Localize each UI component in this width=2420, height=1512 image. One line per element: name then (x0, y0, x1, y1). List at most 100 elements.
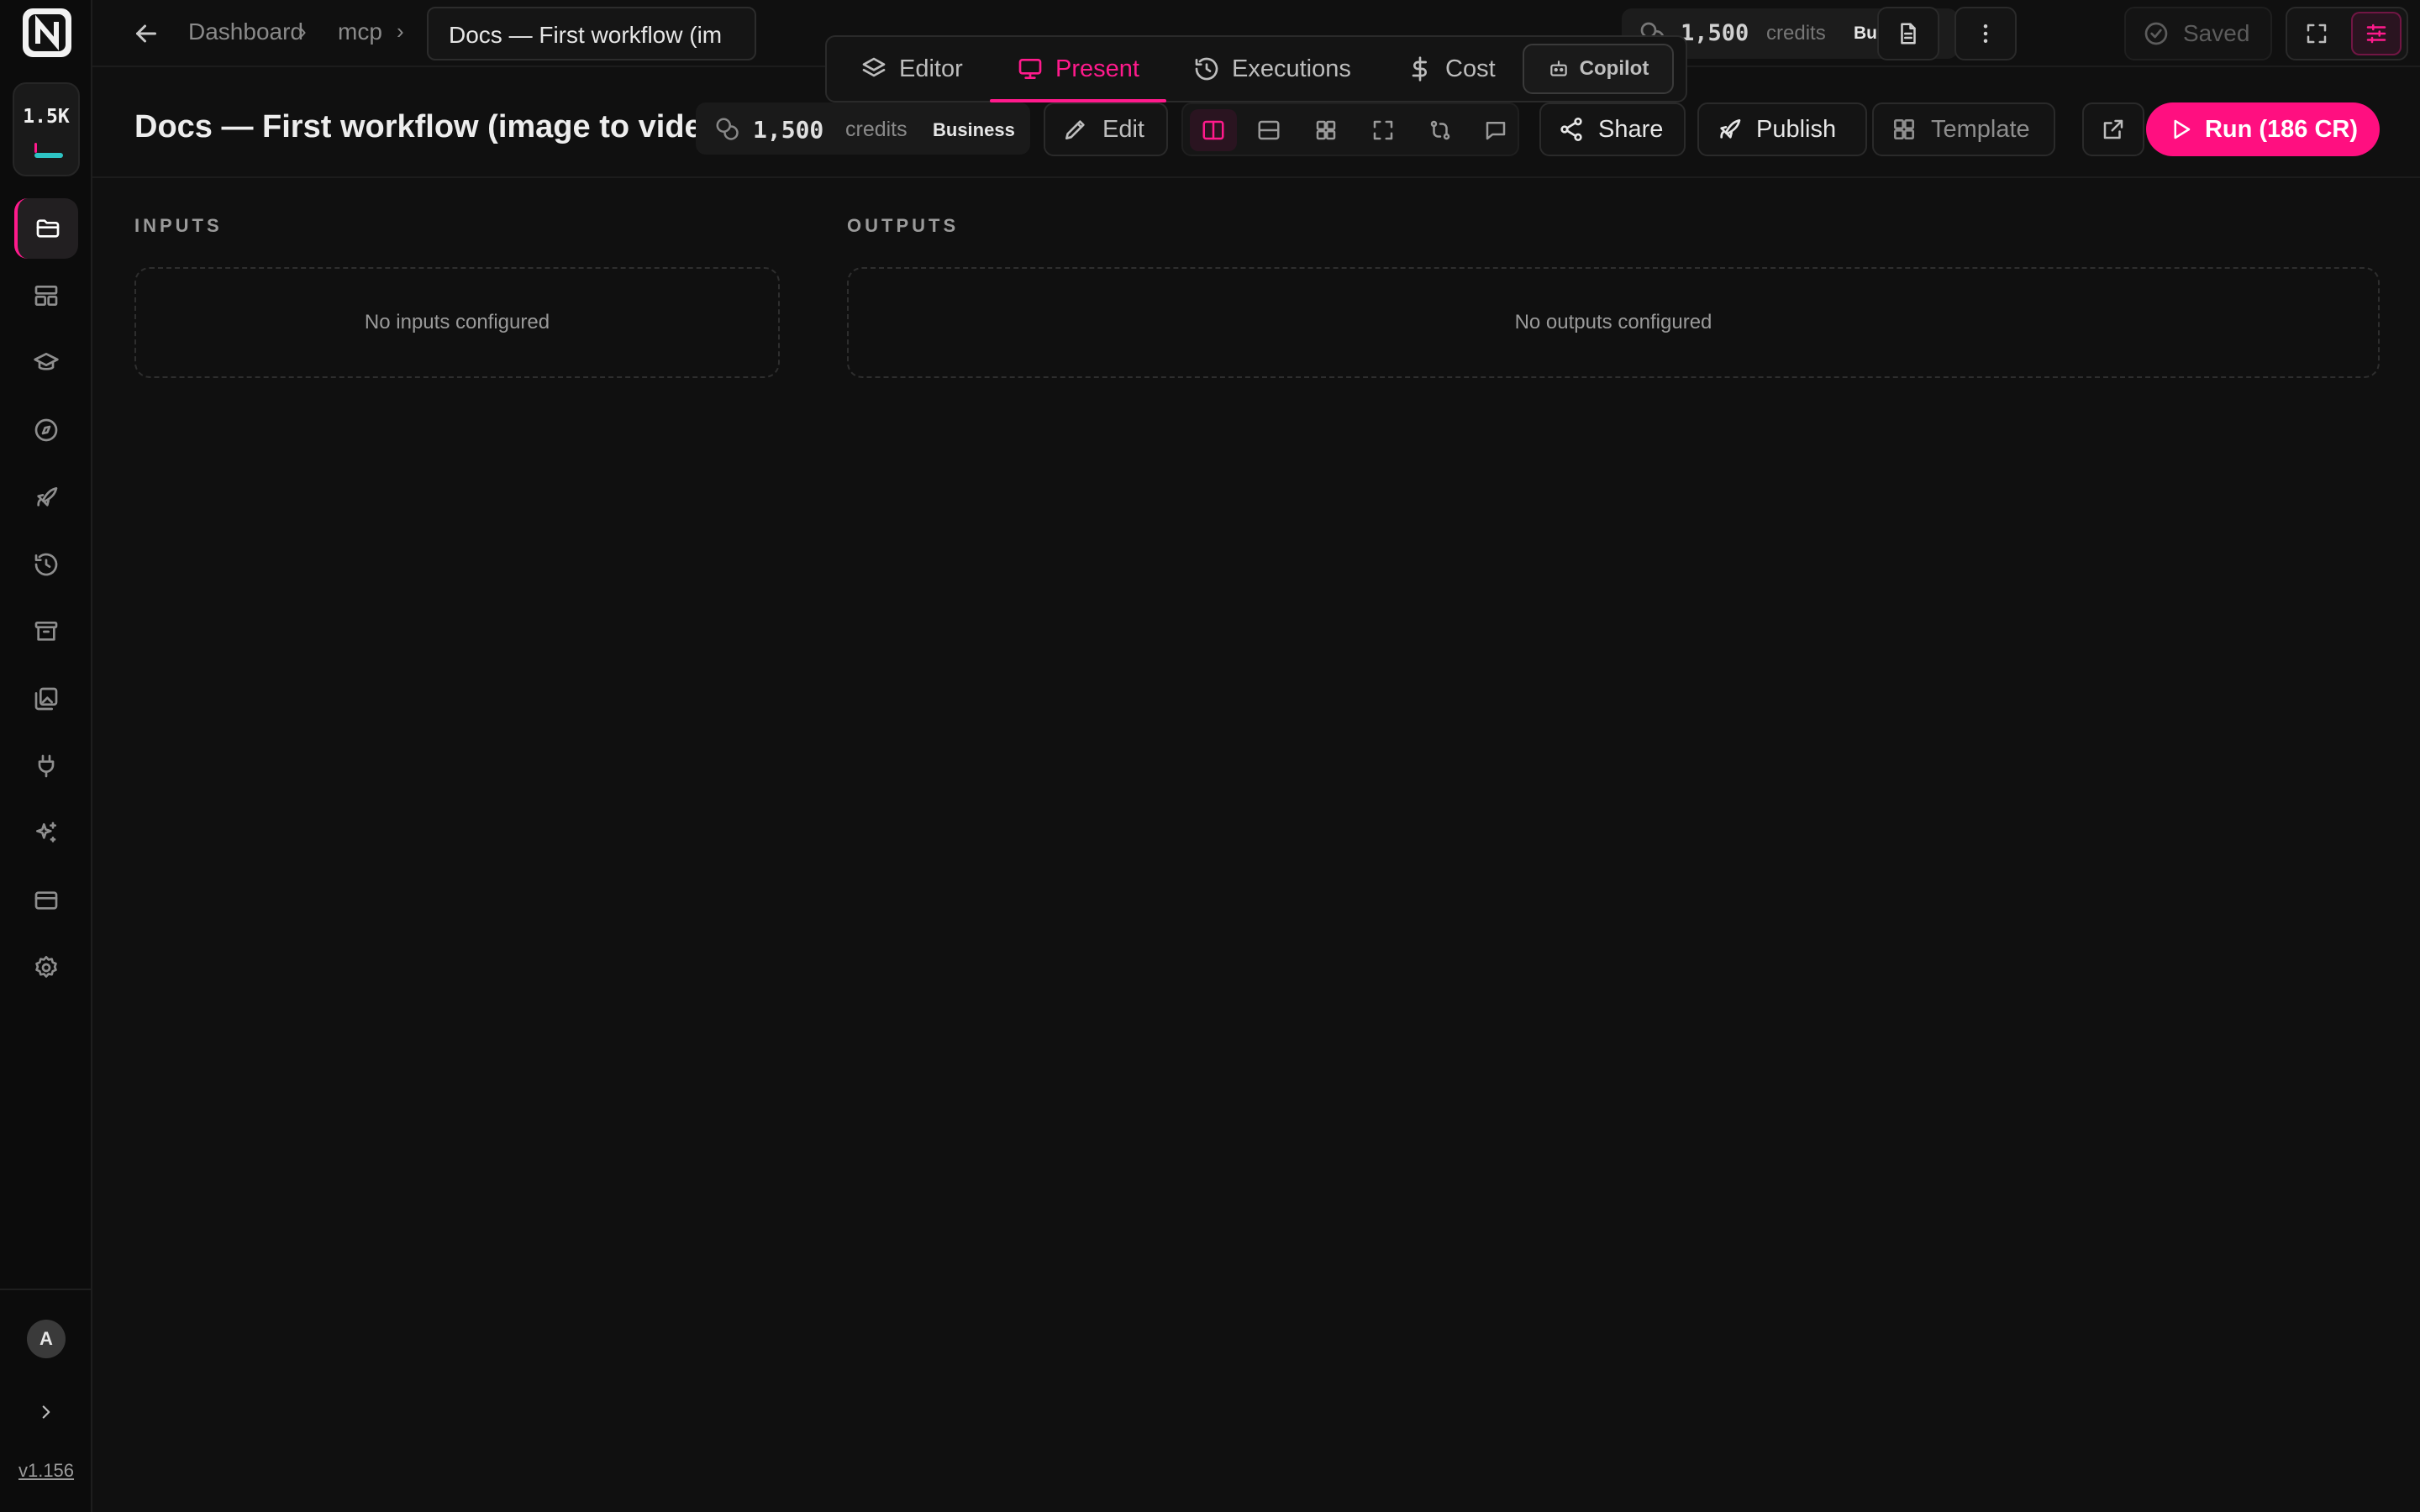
archive-icon (34, 622, 58, 641)
panel-settings-button[interactable] (2351, 12, 2402, 55)
template-button[interactable]: Template (1872, 102, 2055, 156)
layout-switcher (1181, 102, 1519, 156)
app-version[interactable]: v1.156 (0, 1460, 92, 1482)
file-text-icon (1901, 23, 1916, 45)
outputs-panel: No outputs configured (847, 267, 2380, 378)
credits-label: credits (845, 118, 908, 141)
history-icon (34, 553, 58, 576)
play-icon (2174, 119, 2191, 139)
sidebar: 1.5K A v1.156 (0, 0, 92, 1512)
inputs-heading: INPUTS (134, 215, 223, 236)
run-label: Run (186 CR) (2204, 115, 2359, 143)
sidebar-item-deploy[interactable] (14, 467, 78, 528)
docs-button[interactable] (1877, 7, 1939, 60)
logo-icon (29, 14, 66, 51)
sidebar-item-settings[interactable] (14, 937, 78, 998)
message-square-icon (1486, 122, 1506, 140)
breadcrumb-dashboard[interactable]: Dashboard (188, 18, 303, 45)
fullscreen-button[interactable] (2294, 13, 2339, 54)
layout-chat-button[interactable] (1472, 109, 1519, 151)
columns-layout-icon (1202, 120, 1224, 140)
chevron-right-icon (42, 1405, 50, 1419)
layout-rows-button[interactable] (1245, 109, 1292, 151)
sliders-icon (2366, 24, 2386, 44)
app-logo[interactable] (23, 8, 71, 57)
credit-bar-marker (34, 143, 37, 153)
rows-layout-icon (1258, 120, 1280, 140)
layout-grid-button[interactable] (1302, 109, 1349, 151)
compass-icon (34, 418, 58, 442)
inputs-panel: No inputs configured (134, 267, 780, 378)
sparkles-icon (36, 822, 56, 843)
images-icon (34, 687, 58, 711)
layout-icon (34, 286, 58, 306)
rocket-icon (37, 487, 58, 507)
credits-amount: 1,500 (753, 116, 824, 144)
sidebar-item-learn[interactable] (14, 333, 78, 393)
focus-icon (1373, 120, 1393, 140)
credit-widget[interactable]: 1.5K (13, 82, 80, 176)
edit-button[interactable]: Edit (1044, 102, 1168, 156)
external-link-icon (2103, 119, 2123, 139)
sidebar-item-media[interactable] (14, 669, 78, 729)
grid-icon (1894, 119, 1914, 139)
gear-icon (35, 956, 57, 978)
sidebar-item-projects[interactable] (14, 198, 78, 259)
credits-badge[interactable]: 1,500 credits Business (696, 102, 1030, 155)
sidebar-item-explore[interactable] (14, 400, 78, 460)
maximize-icon (2307, 24, 2327, 44)
publish-button[interactable]: Publish (1697, 102, 1867, 156)
avatar[interactable]: A (27, 1320, 66, 1358)
credit-bar (34, 153, 63, 158)
breadcrumb-mcp[interactable]: mcp (338, 18, 382, 45)
sidebar-item-layouts[interactable] (14, 265, 78, 326)
plug-icon (38, 754, 55, 778)
open-external-button[interactable] (2082, 102, 2144, 156)
git-compare-icon (1430, 120, 1450, 140)
publish-label: Publish (1756, 115, 1837, 143)
rocket-icon (1720, 119, 1741, 139)
sidebar-item-archive[interactable] (14, 601, 78, 662)
sidebar-item-history[interactable] (14, 534, 78, 595)
outputs-empty-message: No outputs configured (1514, 311, 1712, 333)
workflow-header: Docs — First workflow (image to video) 1… (92, 67, 2420, 178)
arrow-left-icon (136, 24, 156, 43)
sidebar-divider (0, 1289, 91, 1290)
sidebar-item-billing[interactable] (14, 870, 78, 931)
more-vertical-icon (1983, 24, 1988, 43)
template-label: Template (1931, 115, 2030, 143)
grid-icon (1316, 120, 1336, 140)
credits-label: credits (1766, 22, 1826, 45)
coins-icon (716, 118, 739, 140)
layout-focus-button[interactable] (1360, 109, 1407, 151)
view-toggle-group (2286, 7, 2408, 60)
breadcrumb-separator: › (299, 18, 307, 44)
inputs-empty-message: No inputs configured (364, 311, 550, 333)
layout-columns-button[interactable] (1190, 109, 1237, 151)
back-button[interactable] (131, 18, 161, 49)
credits-amount: 1,500 (1681, 20, 1749, 46)
share-icon (1560, 118, 1582, 141)
more-menu-button[interactable] (1954, 7, 2017, 60)
sidebar-item-ai[interactable] (14, 803, 78, 864)
credit-short: 1.5K (23, 106, 70, 128)
share-button[interactable]: Share (1539, 102, 1686, 156)
saved-status: Saved (2124, 7, 2272, 60)
edit-label: Edit (1102, 115, 1144, 143)
graduation-cap-icon (34, 353, 59, 370)
folder-icon (36, 219, 60, 238)
check-circle-icon (2144, 22, 2168, 45)
credit-card-icon (34, 891, 58, 910)
run-button[interactable]: Run (186 CR) (2146, 102, 2380, 156)
saved-label: Saved (2183, 20, 2250, 46)
pencil-icon (1065, 120, 1085, 139)
breadcrumb-current[interactable]: Docs — First workflow (im (427, 7, 756, 60)
sidebar-item-integrations[interactable] (14, 736, 78, 796)
share-label: Share (1598, 115, 1664, 143)
breadcrumb-separator: › (397, 18, 404, 44)
expand-sidebar-button[interactable] (30, 1396, 62, 1428)
outputs-heading: OUTPUTS (847, 215, 960, 236)
plan-tier: Business (933, 119, 1015, 140)
layout-compare-button[interactable] (1417, 109, 1464, 151)
page-title: Docs — First workflow (image to video) (134, 109, 733, 144)
